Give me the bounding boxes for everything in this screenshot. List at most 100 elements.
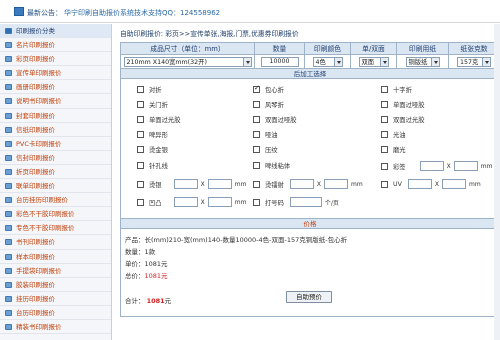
paper-select[interactable]: 铜版纸 — [405, 56, 440, 67]
option-double-gloss[interactable]: 双面过光胶 — [381, 115, 424, 124]
checkbox[interactable] — [381, 162, 388, 170]
option-emboss[interactable]: 压纹 — [253, 145, 278, 154]
checkbox[interactable] — [381, 146, 388, 153]
quantity-input[interactable]: 10000 — [260, 56, 299, 67]
sidebar-item-sample[interactable]: 样本印刷报价 — [0, 250, 111, 264]
checkbox[interactable] — [137, 180, 144, 188]
checkbox[interactable] — [137, 131, 144, 138]
checkbox[interactable] — [381, 86, 388, 93]
option-fold-half[interactable]: 对折 — [137, 85, 162, 94]
sidebar-item-business-card[interactable]: 名片印刷报价 — [0, 38, 111, 53]
weight-select[interactable]: 157克 — [457, 56, 491, 67]
option-deboss[interactable]: 凹凸 X mm — [137, 197, 249, 207]
checkbox[interactable] — [381, 180, 388, 188]
option-wrap-fold[interactable]: 包心折 — [253, 84, 284, 94]
sidebar-item-letterhead[interactable]: 信纸印刷报价 — [0, 123, 111, 137]
checkbox[interactable] — [381, 101, 388, 108]
size-select[interactable]: 210mm X140宽mm(32开) — [123, 56, 252, 67]
arrow-icon — [5, 309, 12, 316]
option-hot-stamp[interactable]: 烫金银 — [137, 145, 168, 154]
sidebar-item-binding[interactable]: 胶装印刷报价 — [0, 278, 111, 292]
checkbox[interactable] — [253, 198, 260, 206]
scrollbar[interactable] — [494, 24, 500, 340]
uv-width-input[interactable] — [407, 179, 432, 189]
sidebar-item-flyer[interactable]: 宣传单印刷报价 — [0, 66, 111, 81]
option-numbering[interactable]: 打号码 个/页 — [253, 197, 342, 207]
arrow-icon — [5, 323, 12, 330]
option-perforation[interactable]: 针孔线 — [137, 161, 168, 170]
checkbox[interactable] — [137, 198, 144, 206]
arrow-icon — [5, 112, 12, 119]
option-gate-fold[interactable]: 关门折 — [137, 100, 168, 109]
option-label[interactable]: 彩签 X mm — [381, 161, 495, 171]
arrow-icon — [5, 197, 12, 204]
laser-height-input[interactable] — [324, 179, 349, 189]
sides-select[interactable]: 双面 — [358, 56, 389, 67]
option-polish[interactable]: 磨光 — [381, 145, 406, 154]
option-matte-oil[interactable]: 哑油 — [253, 130, 278, 139]
color-select[interactable]: 4色 — [312, 56, 343, 67]
spec-value-row: 210mm X140宽mm(32开) 10000 4色 双面 铜版纸 157克 — [121, 55, 499, 69]
sidebar-item-envelope[interactable]: 信封印刷报价 — [0, 151, 111, 165]
sidebar-item-color-sticker[interactable]: 彩色不干胶印刷报价 — [0, 207, 111, 222]
option-cross-fold[interactable]: 十字折 — [381, 85, 412, 94]
option-accordion-fold[interactable]: 风琴折 — [253, 100, 284, 109]
arrow-icon — [5, 140, 12, 147]
silver-height-input[interactable] — [207, 179, 232, 189]
sidebar-item-folder[interactable]: 封套印刷报价 — [0, 109, 111, 123]
checkbox[interactable] — [137, 162, 144, 169]
option-double-matte[interactable]: 双面过哑胶 — [253, 115, 296, 124]
sidebar-item-pvc-card[interactable]: PVC卡印刷报价 — [0, 137, 111, 151]
label-width-input[interactable] — [419, 161, 444, 171]
option-die-cut[interactable]: 啤异形 — [137, 130, 168, 139]
sidebar-item-handbag[interactable]: 手提袋印刷报价 — [0, 264, 111, 278]
sidebar-item-spot-sticker[interactable]: 专色不干胶印刷报价 — [0, 221, 111, 236]
sidebar-item-fold-page[interactable]: 折页印刷报价 — [0, 165, 111, 180]
deboss-width-input[interactable] — [173, 197, 198, 207]
sidebar-item-manual[interactable]: 说明书印刷报价 — [0, 94, 111, 109]
sidebar-item-desk-calendar[interactable]: 台历印刷报价 — [0, 306, 111, 320]
checkbox[interactable] — [253, 131, 260, 138]
sidebar-item-color-page[interactable]: 彩页印刷报价 — [0, 52, 111, 67]
sidebar-item-album[interactable]: 画册印刷报价 — [0, 80, 111, 95]
sidebar-item-category-header[interactable]: 印刷报价分类 — [0, 24, 111, 39]
main-panel: 自助印刷报价: 彩页>>宣传单张,海报,门票,优惠券印刷报价 成品尺寸（单位：m… — [114, 24, 500, 340]
label-height-input[interactable] — [453, 161, 478, 171]
option-crease-glue[interactable]: 啤线粘体 — [253, 161, 290, 170]
checkbox[interactable] — [253, 101, 260, 108]
checkbox[interactable] — [253, 162, 260, 169]
checkbox[interactable] — [137, 146, 144, 153]
sidebar-item-form[interactable]: 联单印刷报价 — [0, 179, 111, 194]
arrow-icon — [5, 168, 12, 175]
sidebar-item-wall-calendar[interactable]: 挂历印刷报价 — [0, 292, 111, 306]
option-silver-stamp[interactable]: 烫银 X mm — [137, 179, 249, 189]
sidebar-item-book[interactable]: 书刊印刷报价 — [0, 235, 111, 250]
silver-width-input[interactable] — [173, 179, 198, 189]
deboss-height-input[interactable] — [207, 197, 232, 207]
notice-icon — [14, 7, 24, 16]
numbering-count-input[interactable] — [289, 197, 322, 207]
arrow-icon — [5, 239, 12, 246]
quote-form: 成品尺寸（单位：mm） 数量 印刷颜色 单/双面 印刷用纸 纸张克数 210mm… — [120, 42, 500, 317]
laser-width-input[interactable] — [289, 179, 314, 189]
option-single-gloss[interactable]: 单面过光胶 — [137, 115, 180, 124]
checkbox[interactable] — [137, 101, 144, 108]
sidebar-item-calendar[interactable]: 台历挂历印刷报价 — [0, 193, 111, 208]
checkbox[interactable] — [381, 116, 388, 123]
checkbox[interactable] — [253, 146, 260, 153]
checkbox[interactable] — [253, 180, 260, 188]
uv-height-input[interactable] — [442, 179, 467, 189]
sidebar-item-hardcover[interactable]: 精装书印刷报价 — [0, 320, 111, 335]
checkbox[interactable] — [381, 131, 388, 138]
header-sides: 单/双面 — [351, 43, 397, 54]
option-gloss-oil[interactable]: 光油 — [381, 130, 406, 139]
option-laser-stamp[interactable]: 烫镭射 X mm — [253, 179, 366, 189]
post-process-options: 对折 包心折 十字折 关门折 风琴折 单面过哑胶 单面过光胶 双面过哑胶 双面过… — [121, 79, 499, 219]
option-single-matte[interactable]: 单面过哑胶 — [381, 100, 424, 109]
checkbox-checked[interactable] — [253, 84, 260, 93]
checkbox[interactable] — [253, 116, 260, 123]
checkbox[interactable] — [137, 86, 144, 93]
calculate-price-button[interactable]: 自助预价 — [286, 291, 332, 303]
checkbox[interactable] — [137, 116, 144, 123]
option-uv[interactable]: UV X mm — [381, 179, 484, 189]
